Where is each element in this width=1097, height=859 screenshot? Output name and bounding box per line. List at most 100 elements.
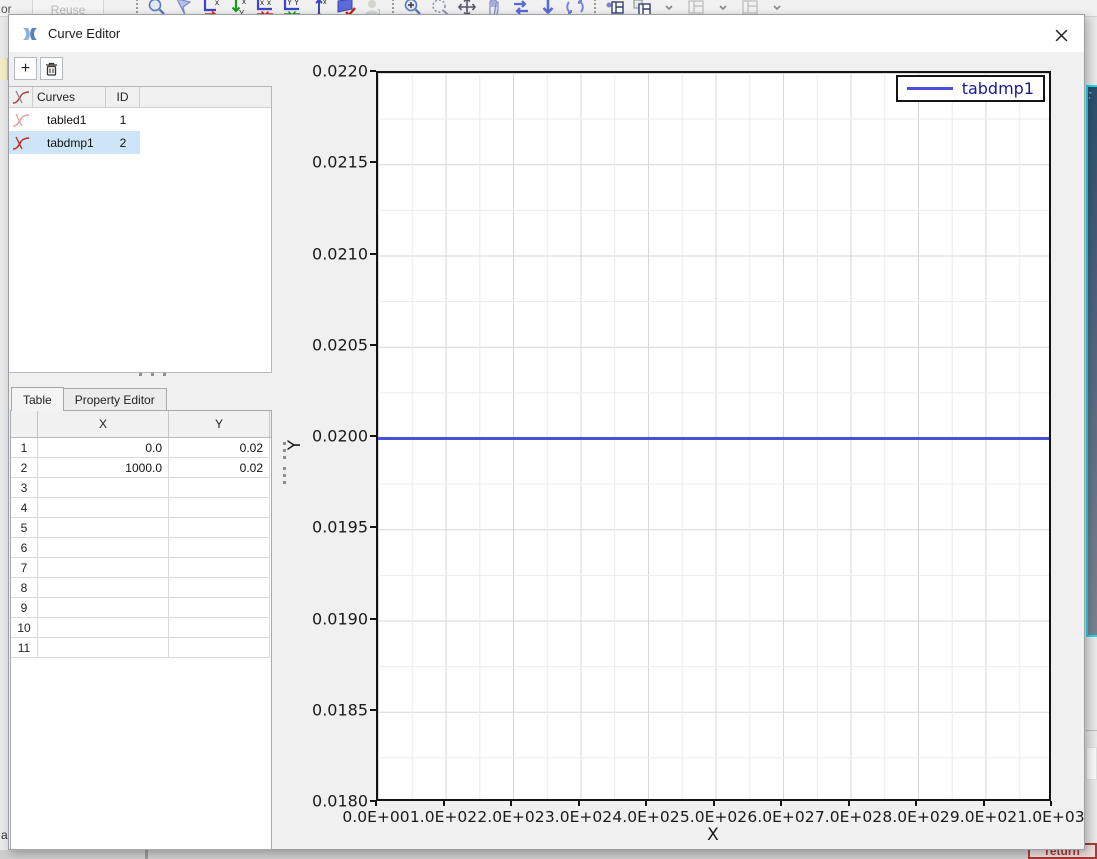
x-tick-mark: [915, 801, 917, 806]
table-row: 7: [11, 558, 271, 578]
curve-row-tabdmp1[interactable]: tabdmp12: [9, 131, 140, 154]
y-tick-mark: [370, 161, 376, 163]
curve-row-tabled1[interactable]: tabled11: [9, 108, 140, 131]
y-cell[interactable]: [169, 598, 270, 618]
y-tick-mark: [370, 435, 376, 437]
x-tick-label: 0.0E+00: [342, 808, 409, 826]
y-tick-mark: [370, 70, 376, 72]
x-tick-label: 9.0E+02: [950, 808, 1017, 826]
x-tick-label: 1.0E+03: [1017, 808, 1084, 826]
add-curve-button[interactable]: +: [14, 57, 37, 80]
curves-list: Curves ID tabled11tabdmp12: [9, 86, 272, 373]
x-cell[interactable]: [38, 478, 169, 498]
curves-column-header[interactable]: Curves: [33, 87, 106, 107]
x-cell[interactable]: [38, 498, 169, 518]
y-cell[interactable]: [169, 498, 270, 518]
x-axis-title: X: [707, 825, 719, 845]
vertical-splitter[interactable]: [283, 467, 286, 484]
x-tick-label: 4.0E+02: [612, 808, 679, 826]
x-tick-mark: [780, 801, 782, 806]
y-cell[interactable]: [169, 638, 270, 658]
x-cell[interactable]: [38, 538, 169, 558]
tab-property-editor[interactable]: Property Editor: [64, 388, 167, 411]
chart-legend: tabdmp1: [896, 75, 1045, 102]
curve-editor-dialog: Curve Editor + Curves ID tabled11tabdmp1…: [8, 14, 1085, 850]
y-cell[interactable]: [169, 478, 270, 498]
svg-text:Y: Y: [287, 0, 293, 7]
table-row: 3: [11, 478, 271, 498]
y-tick-mark: [370, 709, 376, 711]
x-tick-label: 2.0E+02: [477, 808, 544, 826]
row-number: 10: [11, 618, 38, 638]
horizontal-splitter[interactable]: [130, 373, 174, 379]
svg-text:x: x: [215, 0, 219, 7]
trash-icon: [44, 61, 59, 77]
y-tick-label: 0.0200: [298, 427, 368, 446]
dialog-titlebar[interactable]: Curve Editor: [9, 15, 1084, 52]
background-side-panel: ▪▪▪: [1086, 85, 1097, 637]
legend-line-sample: [907, 87, 953, 90]
row-number: 11: [11, 638, 38, 658]
row-number: 7: [11, 558, 38, 578]
curve-icon: [9, 113, 33, 127]
y-cell[interactable]: [169, 558, 270, 578]
x-column-header[interactable]: X: [38, 411, 169, 437]
tab-table[interactable]: Table: [11, 387, 64, 411]
row-number: 5: [11, 518, 38, 538]
table-row: 8: [11, 578, 271, 598]
y-cell[interactable]: [169, 538, 270, 558]
svg-text:Y: Y: [294, 0, 300, 7]
x-cell[interactable]: [38, 518, 169, 538]
table-row: 9: [11, 598, 271, 618]
x-cell[interactable]: [38, 618, 169, 638]
x-tick-mark: [983, 801, 985, 806]
x-cell[interactable]: 0.0: [38, 438, 169, 458]
id-column-header[interactable]: ID: [106, 87, 140, 107]
y-cell[interactable]: [169, 518, 270, 538]
curve-name: tabled1: [33, 113, 106, 127]
x-tick-mark: [645, 801, 647, 806]
curves-toolbar: +: [14, 57, 63, 80]
x-tick-label: 7.0E+02: [815, 808, 882, 826]
y-tick-mark: [370, 253, 376, 255]
x-tick-mark: [713, 801, 715, 806]
background-bottom-strip: [0, 850, 1097, 859]
table-row: 5: [11, 518, 271, 538]
table-row: 11: [11, 638, 271, 658]
curve-id: 1: [106, 113, 140, 127]
legend-label: tabdmp1: [962, 79, 1034, 98]
x-cell[interactable]: 1000.0: [38, 458, 169, 478]
row-number: 2: [11, 458, 38, 478]
background-panel-fragment: [1086, 747, 1097, 780]
y-tick-label: 0.0195: [298, 518, 368, 537]
table-row: 4: [11, 498, 271, 518]
svg-text:x: x: [267, 0, 271, 7]
background-splitter: [145, 850, 148, 859]
close-icon[interactable]: [1050, 24, 1072, 46]
table-row: 10.00.02: [11, 438, 271, 458]
x-cell[interactable]: [38, 638, 169, 658]
x-cell[interactable]: [38, 598, 169, 618]
y-tick-mark: [370, 618, 376, 620]
y-column-header[interactable]: Y: [169, 411, 270, 437]
svg-text:x: x: [242, 0, 246, 6]
background-divider: [1086, 730, 1097, 731]
x-tick-mark: [510, 801, 512, 806]
y-tick-mark: [370, 344, 376, 346]
y-cell[interactable]: 0.02: [169, 438, 270, 458]
row-number-header: [11, 411, 38, 437]
svg-text:x: x: [323, 0, 327, 6]
y-tick-label: 0.0190: [298, 609, 368, 628]
x-cell[interactable]: [38, 558, 169, 578]
y-tick-label: 0.0205: [298, 335, 368, 354]
row-number: 4: [11, 498, 38, 518]
delete-curve-button[interactable]: [40, 57, 63, 80]
y-tick-label: 0.0210: [298, 244, 368, 263]
x-tick-label: 5.0E+02: [680, 808, 747, 826]
curve-name: tabdmp1: [33, 136, 106, 150]
y-cell[interactable]: [169, 578, 270, 598]
y-cell[interactable]: 0.02: [169, 458, 270, 478]
y-cell[interactable]: [169, 618, 270, 638]
x-tick-mark: [375, 801, 377, 806]
x-cell[interactable]: [38, 578, 169, 598]
